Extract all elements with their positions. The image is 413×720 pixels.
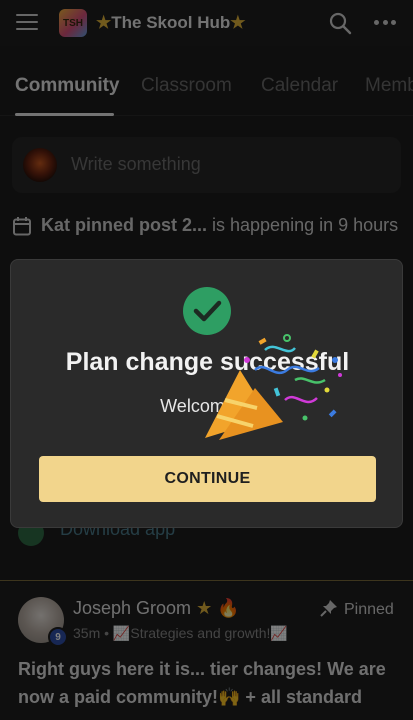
continue-button[interactable]: CONTINUE	[39, 456, 376, 502]
success-check-icon	[183, 287, 231, 335]
party-popper-icon	[205, 334, 342, 440]
